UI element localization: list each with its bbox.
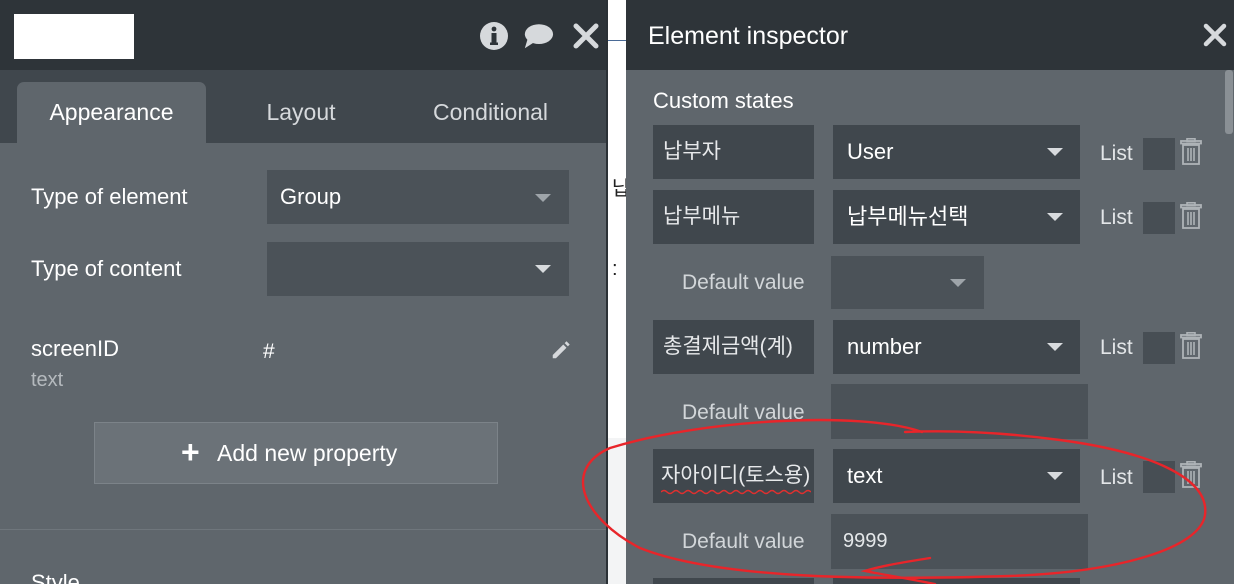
inspector-title: Element inspector — [648, 22, 849, 50]
type-of-content-dropdown[interactable] — [267, 242, 569, 296]
chevron-down-icon — [1047, 343, 1063, 351]
comment-icon[interactable] — [522, 20, 554, 52]
type-of-element-value: Group — [280, 184, 342, 209]
add-new-property-label: Add new property — [217, 440, 398, 466]
canvas-guide-line — [608, 40, 626, 41]
list-label: List — [1100, 466, 1133, 489]
tab-conditional[interactable]: Conditional — [400, 82, 581, 143]
list-label: List — [1100, 336, 1133, 359]
list-checkbox[interactable] — [1143, 138, 1175, 170]
default-value-input[interactable]: 9999 — [831, 514, 1088, 569]
custom-property-type: text — [31, 369, 64, 391]
add-new-property-button[interactable]: + Add new property — [94, 422, 498, 484]
trash-icon[interactable] — [1179, 138, 1203, 166]
default-value-label: Default value — [682, 530, 805, 553]
state-type-dropdown[interactable]: User — [833, 125, 1080, 179]
type-of-element-label: Type of element — [31, 184, 188, 209]
inspector-scrollbar[interactable] — [1225, 70, 1233, 134]
info-icon[interactable] — [478, 20, 510, 52]
state-name: 총결제금액(계) — [663, 335, 793, 358]
type-of-content-label: Type of content — [31, 256, 182, 281]
property-editor-header — [0, 0, 606, 70]
element-name-field[interactable] — [14, 14, 134, 59]
list-checkbox[interactable] — [1143, 461, 1175, 493]
state-name: 납부자 — [663, 140, 721, 163]
state-type-dropdown[interactable]: text — [833, 449, 1080, 503]
section-divider — [0, 529, 606, 530]
default-value-input[interactable] — [831, 384, 1088, 439]
page-canvas[interactable]: 납 : — [608, 0, 630, 584]
state-name-field[interactable]: 납부메뉴 — [653, 190, 814, 244]
state-name-field[interactable] — [653, 578, 814, 584]
pencil-icon[interactable] — [550, 339, 572, 361]
default-value-label: Default value — [682, 271, 805, 294]
trash-icon[interactable] — [1179, 461, 1203, 489]
chevron-down-icon — [1047, 472, 1063, 480]
element-inspector-panel: Element inspector Custom states 납부자 User… — [626, 0, 1234, 584]
list-checkbox[interactable] — [1143, 332, 1175, 364]
chevron-down-icon — [1047, 213, 1063, 221]
default-value-dropdown[interactable] — [831, 256, 984, 309]
custom-states-title: Custom states — [653, 88, 794, 113]
custom-property-value[interactable]: # — [263, 340, 275, 364]
trash-icon[interactable] — [1179, 202, 1203, 230]
state-type: text — [847, 463, 883, 488]
chevron-down-icon — [535, 265, 551, 273]
default-value-label: Default value — [682, 401, 805, 424]
list-checkbox[interactable] — [1143, 202, 1175, 234]
canvas-lower-area — [608, 438, 626, 584]
state-name-field[interactable]: 총결제금액(계) — [653, 320, 814, 374]
list-label: List — [1100, 142, 1133, 165]
tab-appearance[interactable]: Appearance — [17, 82, 206, 143]
state-type: number — [847, 334, 922, 359]
style-section-label: Style — [31, 570, 80, 584]
inspector-header: Element inspector — [626, 0, 1234, 70]
state-name-field[interactable]: 납부자 — [653, 125, 814, 179]
list-label: List — [1100, 206, 1133, 229]
chevron-down-icon — [535, 194, 551, 202]
state-name-field[interactable]: 자아이디(토스용) — [653, 449, 814, 503]
default-value: 9999 — [843, 530, 888, 552]
state-type: 납부메뉴선택 — [847, 204, 969, 229]
trash-icon[interactable] — [1179, 332, 1203, 360]
plus-icon: + — [181, 434, 200, 470]
chevron-down-icon — [1047, 148, 1063, 156]
property-editor-panel: Appearance Layout Conditional Type of el… — [0, 0, 606, 584]
spellcheck-underline — [661, 489, 811, 495]
close-icon[interactable] — [1202, 22, 1228, 48]
state-name: 납부메뉴 — [663, 205, 741, 228]
property-tabs: Appearance Layout Conditional — [0, 70, 606, 143]
state-type: User — [847, 139, 894, 164]
state-type-dropdown[interactable] — [833, 578, 1080, 584]
custom-property-name: screenID — [31, 336, 120, 361]
state-type-dropdown[interactable]: 납부메뉴선택 — [833, 190, 1080, 244]
canvas-text-fragment: : — [612, 258, 618, 280]
close-icon[interactable] — [570, 20, 602, 52]
chevron-down-icon — [950, 279, 966, 287]
type-of-element-dropdown[interactable]: Group — [267, 170, 569, 224]
tab-layout[interactable]: Layout — [225, 82, 377, 143]
state-type-dropdown[interactable]: number — [833, 320, 1080, 374]
